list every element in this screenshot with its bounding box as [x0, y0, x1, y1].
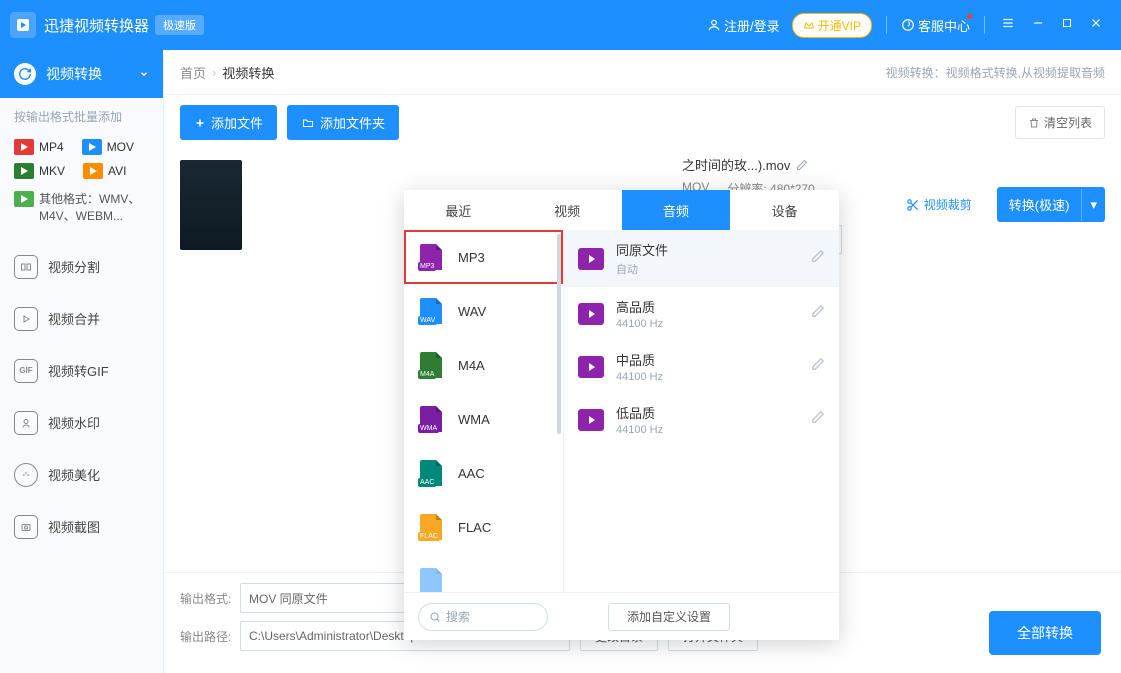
titlebar: 迅捷视频转换器 极速版 注册/登录 开通VIP 客服中心 [0, 0, 1121, 50]
m4a-icon: M4A [420, 352, 442, 378]
quality-icon [578, 409, 604, 431]
format-other[interactable]: 其他格式：WMV、M4V、WEBM... [0, 183, 163, 233]
edit-quality-icon[interactable] [811, 249, 825, 268]
sidebar-active-label: 视频转换 [46, 64, 102, 84]
more-format-icon [420, 568, 442, 592]
mkv-icon [14, 163, 34, 179]
format-mov[interactable]: MOV [82, 139, 134, 155]
quality-medium[interactable]: 中品质44100 Hz [564, 340, 839, 393]
convert-all-button[interactable]: 全部转换 [989, 611, 1101, 655]
add-folder-button[interactable]: 添加文件夹 [287, 105, 399, 140]
edit-quality-icon[interactable] [811, 304, 825, 323]
format-wma[interactable]: WMAWMA [404, 392, 563, 446]
format-avi[interactable]: AVI [83, 163, 126, 179]
tab-recent[interactable]: 最近 [404, 190, 513, 230]
other-icon [14, 191, 34, 207]
output-format-label: 输出格式: [180, 590, 240, 607]
app-name: 迅捷视频转换器 [44, 15, 149, 36]
refresh-icon [14, 63, 36, 85]
minimize-button[interactable] [1031, 16, 1045, 35]
wma-icon: WMA [420, 406, 442, 432]
quality-same-as-source[interactable]: 同原文件自动 [564, 230, 839, 287]
video-cut-link[interactable]: 视频裁剪 [906, 196, 972, 213]
close-button[interactable] [1089, 16, 1103, 35]
gif-icon: GIF [14, 359, 38, 383]
format-mp4[interactable]: MP4 [14, 139, 64, 155]
support-label: 客服中心 [918, 16, 970, 35]
register-login-button[interactable]: 注册/登录 [707, 16, 780, 35]
quality-high[interactable]: 高品质44100 Hz [564, 287, 839, 340]
mp4-icon [14, 139, 34, 155]
format-mp3[interactable]: MP3MP3 [404, 230, 563, 284]
wav-icon: WAV [420, 298, 442, 324]
convert-dropdown[interactable]: ▾ [1081, 189, 1105, 221]
batch-add-label: 按输出格式批量添加 [0, 98, 163, 135]
vip-button[interactable]: 开通VIP [792, 13, 872, 38]
search-icon [429, 611, 441, 623]
quality-icon [578, 248, 604, 270]
quality-icon [578, 356, 604, 378]
sidebar-active-video-convert[interactable]: 视频转换 [0, 50, 163, 98]
register-label: 注册/登录 [724, 16, 780, 35]
breadcrumb: 首页 › 视频转换 视频转换：视频格式转换,从视频提取音频 [164, 50, 1121, 95]
edition-badge: 极速版 [155, 15, 204, 35]
nav-video-gif[interactable]: GIF视频转GIF [0, 345, 163, 397]
breadcrumb-home[interactable]: 首页 [180, 63, 206, 82]
clear-list-button[interactable]: 清空列表 [1015, 106, 1105, 139]
output-path-label: 输出路径: [180, 628, 240, 645]
sidebar: 视频转换 按输出格式批量添加 MP4 MOV MKV AVI 其他格式：WMV、… [0, 50, 164, 673]
breadcrumb-current: 视频转换 [222, 63, 274, 82]
mov-icon [82, 139, 102, 155]
nav-video-beautify[interactable]: 视频美化 [0, 449, 163, 501]
add-file-button[interactable]: 添加文件 [180, 105, 277, 140]
vip-label: 开通VIP [818, 17, 861, 34]
scrollbar[interactable] [557, 234, 561, 434]
menu-button[interactable] [1001, 16, 1015, 35]
tab-device[interactable]: 设备 [730, 190, 839, 230]
app-logo [10, 12, 36, 38]
quality-list: 同原文件自动 高品质44100 Hz 中品质44100 Hz 低品质44100 … [564, 230, 839, 592]
flac-icon: FLAC [420, 514, 442, 540]
chevron-down-icon [139, 69, 149, 79]
nav-video-merge[interactable]: 视频合并 [0, 293, 163, 345]
format-aac[interactable]: AACAAC [404, 446, 563, 500]
tab-video[interactable]: 视频 [513, 190, 622, 230]
nav-video-watermark[interactable]: 视频水印 [0, 397, 163, 449]
file-thumbnail[interactable] [180, 160, 242, 250]
format-m4a[interactable]: M4AM4A [404, 338, 563, 392]
merge-icon [14, 307, 38, 331]
maximize-button[interactable] [1061, 16, 1073, 34]
edit-icon[interactable] [796, 159, 808, 171]
beautify-icon [14, 463, 38, 487]
support-button[interactable]: 客服中心 [901, 16, 970, 35]
notification-dot [967, 14, 972, 19]
format-popup: 最近 视频 音频 设备 MP3MP3 WAVWAV M4AM4A WMAWMA … [404, 190, 839, 640]
nav-video-screenshot[interactable]: 视频截图 [0, 501, 163, 553]
aac-icon: AAC [420, 460, 442, 486]
convert-button[interactable]: 转换(极速) ▾ [997, 187, 1105, 222]
popup-tabs: 最近 视频 音频 设备 [404, 190, 839, 230]
toolbar: 添加文件 添加文件夹 清空列表 [164, 95, 1121, 150]
format-more[interactable] [404, 554, 563, 592]
format-flac[interactable]: FLACFLAC [404, 500, 563, 554]
add-custom-settings-button[interactable]: 添加自定义设置 [608, 603, 730, 631]
file-name: 之时间的玫...).mov [682, 155, 906, 174]
edit-quality-icon[interactable] [811, 357, 825, 376]
mp3-icon: MP3 [420, 244, 442, 270]
format-mkv[interactable]: MKV [14, 163, 65, 179]
format-list: MP3MP3 WAVWAV M4AM4A WMAWMA AACAAC FLACF… [404, 230, 564, 592]
format-search-input[interactable]: 搜索 [418, 603, 548, 631]
page-description: 视频转换：视频格式转换,从视频提取音频 [886, 64, 1105, 81]
edit-quality-icon[interactable] [811, 410, 825, 429]
quality-low[interactable]: 低品质44100 Hz [564, 393, 839, 446]
main-panel: 首页 › 视频转换 视频转换：视频格式转换,从视频提取音频 添加文件 添加文件夹… [164, 50, 1121, 673]
tab-audio[interactable]: 音频 [622, 190, 731, 230]
avi-icon [83, 163, 103, 179]
watermark-icon [14, 411, 38, 435]
quality-icon [578, 303, 604, 325]
format-wav[interactable]: WAVWAV [404, 284, 563, 338]
nav-video-split[interactable]: 视频分割 [0, 241, 163, 293]
split-icon [14, 255, 38, 279]
screenshot-icon [14, 515, 38, 539]
